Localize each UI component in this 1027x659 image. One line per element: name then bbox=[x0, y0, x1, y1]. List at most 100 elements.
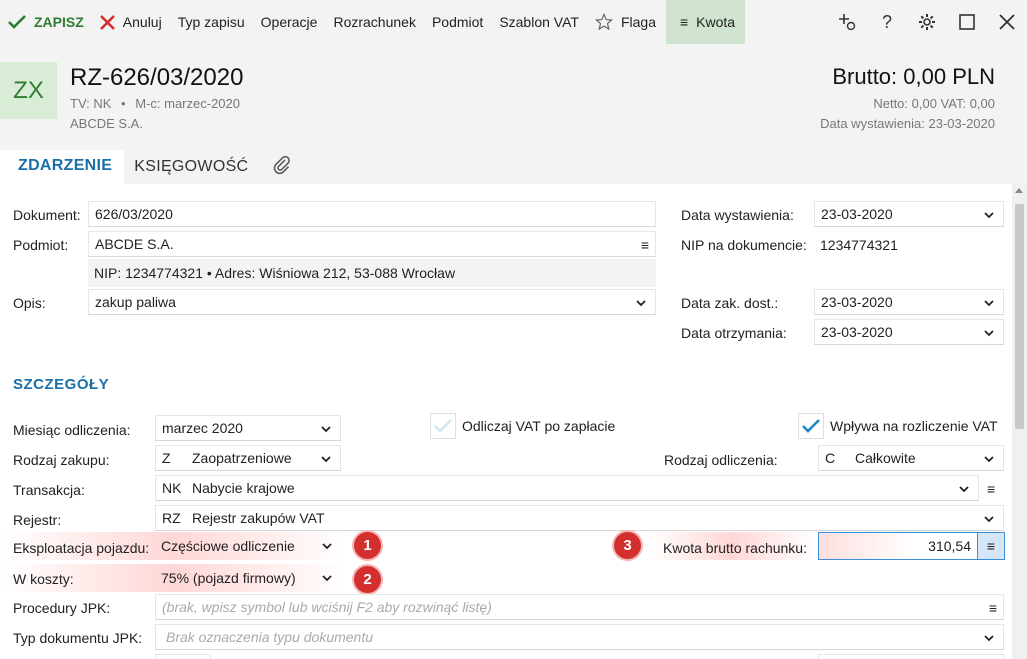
eksploatacja-label: Eksploatacja pojazdu: bbox=[13, 540, 150, 556]
save-label: ZAPISZ bbox=[34, 14, 84, 30]
nip-dokument-label: NIP na dokumencie: bbox=[681, 237, 807, 253]
podmiot-input[interactable]: ABCDE S.A. ≡ bbox=[88, 231, 656, 257]
chevron-down-icon bbox=[983, 452, 995, 468]
scroll-thumb[interactable] bbox=[1015, 204, 1024, 429]
checkbox-unchecked-icon bbox=[430, 413, 456, 439]
chevron-down-icon bbox=[320, 422, 332, 438]
help-icon[interactable]: ? bbox=[867, 0, 907, 44]
amount-label: Kwota bbox=[696, 14, 736, 30]
opis-select[interactable]: zakup paliwa bbox=[88, 289, 656, 315]
dokument-input[interactable]: 626/03/2020 bbox=[88, 201, 656, 227]
rodzaj-odliczenia-select[interactable]: C Całkowite bbox=[818, 445, 1004, 471]
data-otrzymania-label: Data otrzymania: bbox=[681, 325, 787, 341]
nip-dokument-value: 1234774321 bbox=[820, 237, 898, 253]
chevron-down-icon bbox=[320, 452, 332, 468]
rejestr-value: Rejestr zakupów VAT bbox=[192, 510, 325, 526]
add-pin-icon[interactable] bbox=[827, 0, 867, 44]
wplywa-vat-label: Wpływa na rozliczenie VAT bbox=[830, 418, 998, 434]
scroll-up-arrow-icon[interactable] bbox=[1015, 188, 1023, 193]
rodzaj-odliczenia-value: Całkowite bbox=[855, 450, 916, 466]
podmiot-menu[interactable]: Podmiot bbox=[424, 0, 491, 44]
odliczaj-vat-checkbox[interactable]: Odliczaj VAT po zapłacie bbox=[430, 413, 615, 439]
flag-button[interactable]: Flaga bbox=[587, 0, 664, 44]
kwota-brutto-input[interactable]: 310,54 bbox=[818, 532, 978, 560]
miesiac-select[interactable]: marzec 2020 bbox=[155, 415, 341, 441]
typ-zapisu-menu[interactable]: Typ zapisu bbox=[170, 0, 253, 44]
chevron-down-icon bbox=[983, 512, 995, 528]
list-menu-icon[interactable]: ≡ bbox=[978, 532, 1005, 560]
toolbar: ZAPISZ Anuluj Typ zapisu Operacje Rozrac… bbox=[0, 0, 1027, 44]
operacje-menu[interactable]: Operacje bbox=[253, 0, 326, 44]
chevron-down-icon bbox=[983, 296, 995, 312]
procedury-jpk-placeholder: (brak, wpisz symbol lub wciśnij F2 aby r… bbox=[162, 599, 492, 615]
procedury-jpk-label: Procedury JPK: bbox=[13, 600, 111, 616]
odliczaj-vat-label: Odliczaj VAT po zapłacie bbox=[462, 418, 616, 434]
chevron-down-icon bbox=[635, 296, 647, 312]
rodzaj-odliczenia-code: C bbox=[825, 450, 836, 466]
next-row-field[interactable] bbox=[155, 654, 211, 659]
paperclip-icon bbox=[272, 155, 292, 180]
rodzaj-zakupu-value: Zaopatrzeniowe bbox=[192, 450, 292, 466]
szablon-vat-menu[interactable]: Szablon VAT bbox=[491, 0, 587, 44]
checkmark-icon bbox=[8, 15, 26, 29]
close-icon[interactable] bbox=[987, 0, 1027, 44]
netto-vat-summary: Netto: 0,00 VAT: 0,00 bbox=[873, 96, 995, 111]
transakcja-label: Transakcja: bbox=[13, 482, 85, 498]
document-meta: TV: NK • M-c: marzec-2020 bbox=[70, 96, 240, 111]
rozrachunek-menu[interactable]: Rozrachunek bbox=[325, 0, 424, 44]
rodzaj-zakupu-select[interactable]: Z Zaopatrzeniowe bbox=[155, 445, 341, 471]
save-button[interactable]: ZAPISZ bbox=[0, 0, 92, 44]
tab-attachments[interactable] bbox=[258, 150, 302, 184]
meta-tv: TV: NK bbox=[70, 96, 112, 111]
amount-button[interactable]: ≡ Kwota bbox=[665, 0, 746, 44]
data-otrzymania-value: 23-03-2020 bbox=[821, 324, 893, 340]
company-name: ABCDE S.A. bbox=[70, 116, 143, 131]
data-zak-value: 23-03-2020 bbox=[821, 294, 893, 310]
rodzaj-zakupu-label: Rodzaj zakupu: bbox=[13, 452, 110, 468]
miesiac-label: Miesiąc odliczenia: bbox=[13, 422, 131, 438]
list-menu-icon[interactable]: ≡ bbox=[989, 600, 997, 616]
procedury-jpk-input[interactable]: (brak, wpisz symbol lub wciśnij F2 aby r… bbox=[155, 594, 1004, 620]
document-type-badge: ZX bbox=[0, 62, 57, 119]
form-content: Dokument: 626/03/2020 Podmiot: ABCDE S.A… bbox=[0, 184, 1012, 659]
transakcja-select[interactable]: NK Nabycie krajowe bbox=[155, 475, 979, 501]
vertical-scrollbar[interactable] bbox=[1012, 184, 1027, 659]
data-zak-label: Data zak. dost.: bbox=[681, 295, 779, 311]
data-wystawienia-picker[interactable]: 23-03-2020 bbox=[814, 201, 1004, 227]
checkmark-icon bbox=[798, 413, 824, 439]
tab-ksiegowosc[interactable]: KSIĘGOWOŚĆ bbox=[124, 150, 258, 184]
typ-jpk-select[interactable]: Brak oznaczenia typu dokumentu bbox=[155, 624, 1004, 650]
list-menu-icon[interactable]: ≡ bbox=[987, 481, 995, 497]
chevron-down-icon bbox=[321, 539, 333, 555]
cancel-button[interactable]: Anuluj bbox=[92, 0, 170, 44]
list-menu-icon[interactable]: ≡ bbox=[641, 237, 649, 253]
tab-bar: ZDARZENIE KSIĘGOWOŚĆ bbox=[0, 150, 1027, 184]
menu-lines-icon: ≡ bbox=[679, 14, 689, 30]
annotation-badge-2: 2 bbox=[354, 566, 381, 593]
eksploatacja-select[interactable]: Częściowe odliczenie bbox=[155, 534, 341, 558]
issue-date-summary: Data wystawienia: 23-03-2020 bbox=[820, 116, 995, 131]
chevron-down-icon bbox=[983, 631, 995, 647]
data-zak-picker[interactable]: 23-03-2020 bbox=[814, 289, 1004, 315]
kwota-brutto-value: 310,54 bbox=[928, 538, 971, 554]
chevron-down-icon bbox=[321, 571, 333, 587]
brutto-total: Brutto: 0,00 PLN bbox=[832, 64, 995, 89]
section-title: SZCZEGÓŁY bbox=[13, 376, 110, 393]
annotation-badge-1: 1 bbox=[354, 532, 381, 559]
chevron-down-icon bbox=[958, 482, 970, 498]
next-row-field-right[interactable] bbox=[818, 654, 1004, 659]
rejestr-select[interactable]: RZ Rejestr zakupów VAT bbox=[155, 505, 1004, 531]
kwota-brutto-label: Kwota brutto rachunku: bbox=[663, 540, 807, 556]
wplywa-vat-checkbox[interactable]: Wpływa na rozliczenie VAT bbox=[798, 413, 998, 439]
dokument-value: 626/03/2020 bbox=[95, 206, 173, 222]
document-header: ZX RZ-626/03/2020 TV: NK • M-c: marzec-2… bbox=[0, 44, 1027, 150]
tab-zdarzenie[interactable]: ZDARZENIE bbox=[0, 150, 125, 184]
maximize-icon[interactable] bbox=[947, 0, 987, 44]
flag-label: Flaga bbox=[620, 14, 656, 30]
chevron-down-icon bbox=[983, 326, 995, 342]
gear-icon[interactable] bbox=[907, 0, 947, 44]
meta-separator: • bbox=[121, 96, 126, 111]
w-koszty-select[interactable]: 75% (pojazd firmowy) bbox=[155, 566, 341, 590]
data-otrzymania-picker[interactable]: 23-03-2020 bbox=[814, 319, 1004, 345]
annotation-badge-3: 3 bbox=[614, 532, 641, 559]
